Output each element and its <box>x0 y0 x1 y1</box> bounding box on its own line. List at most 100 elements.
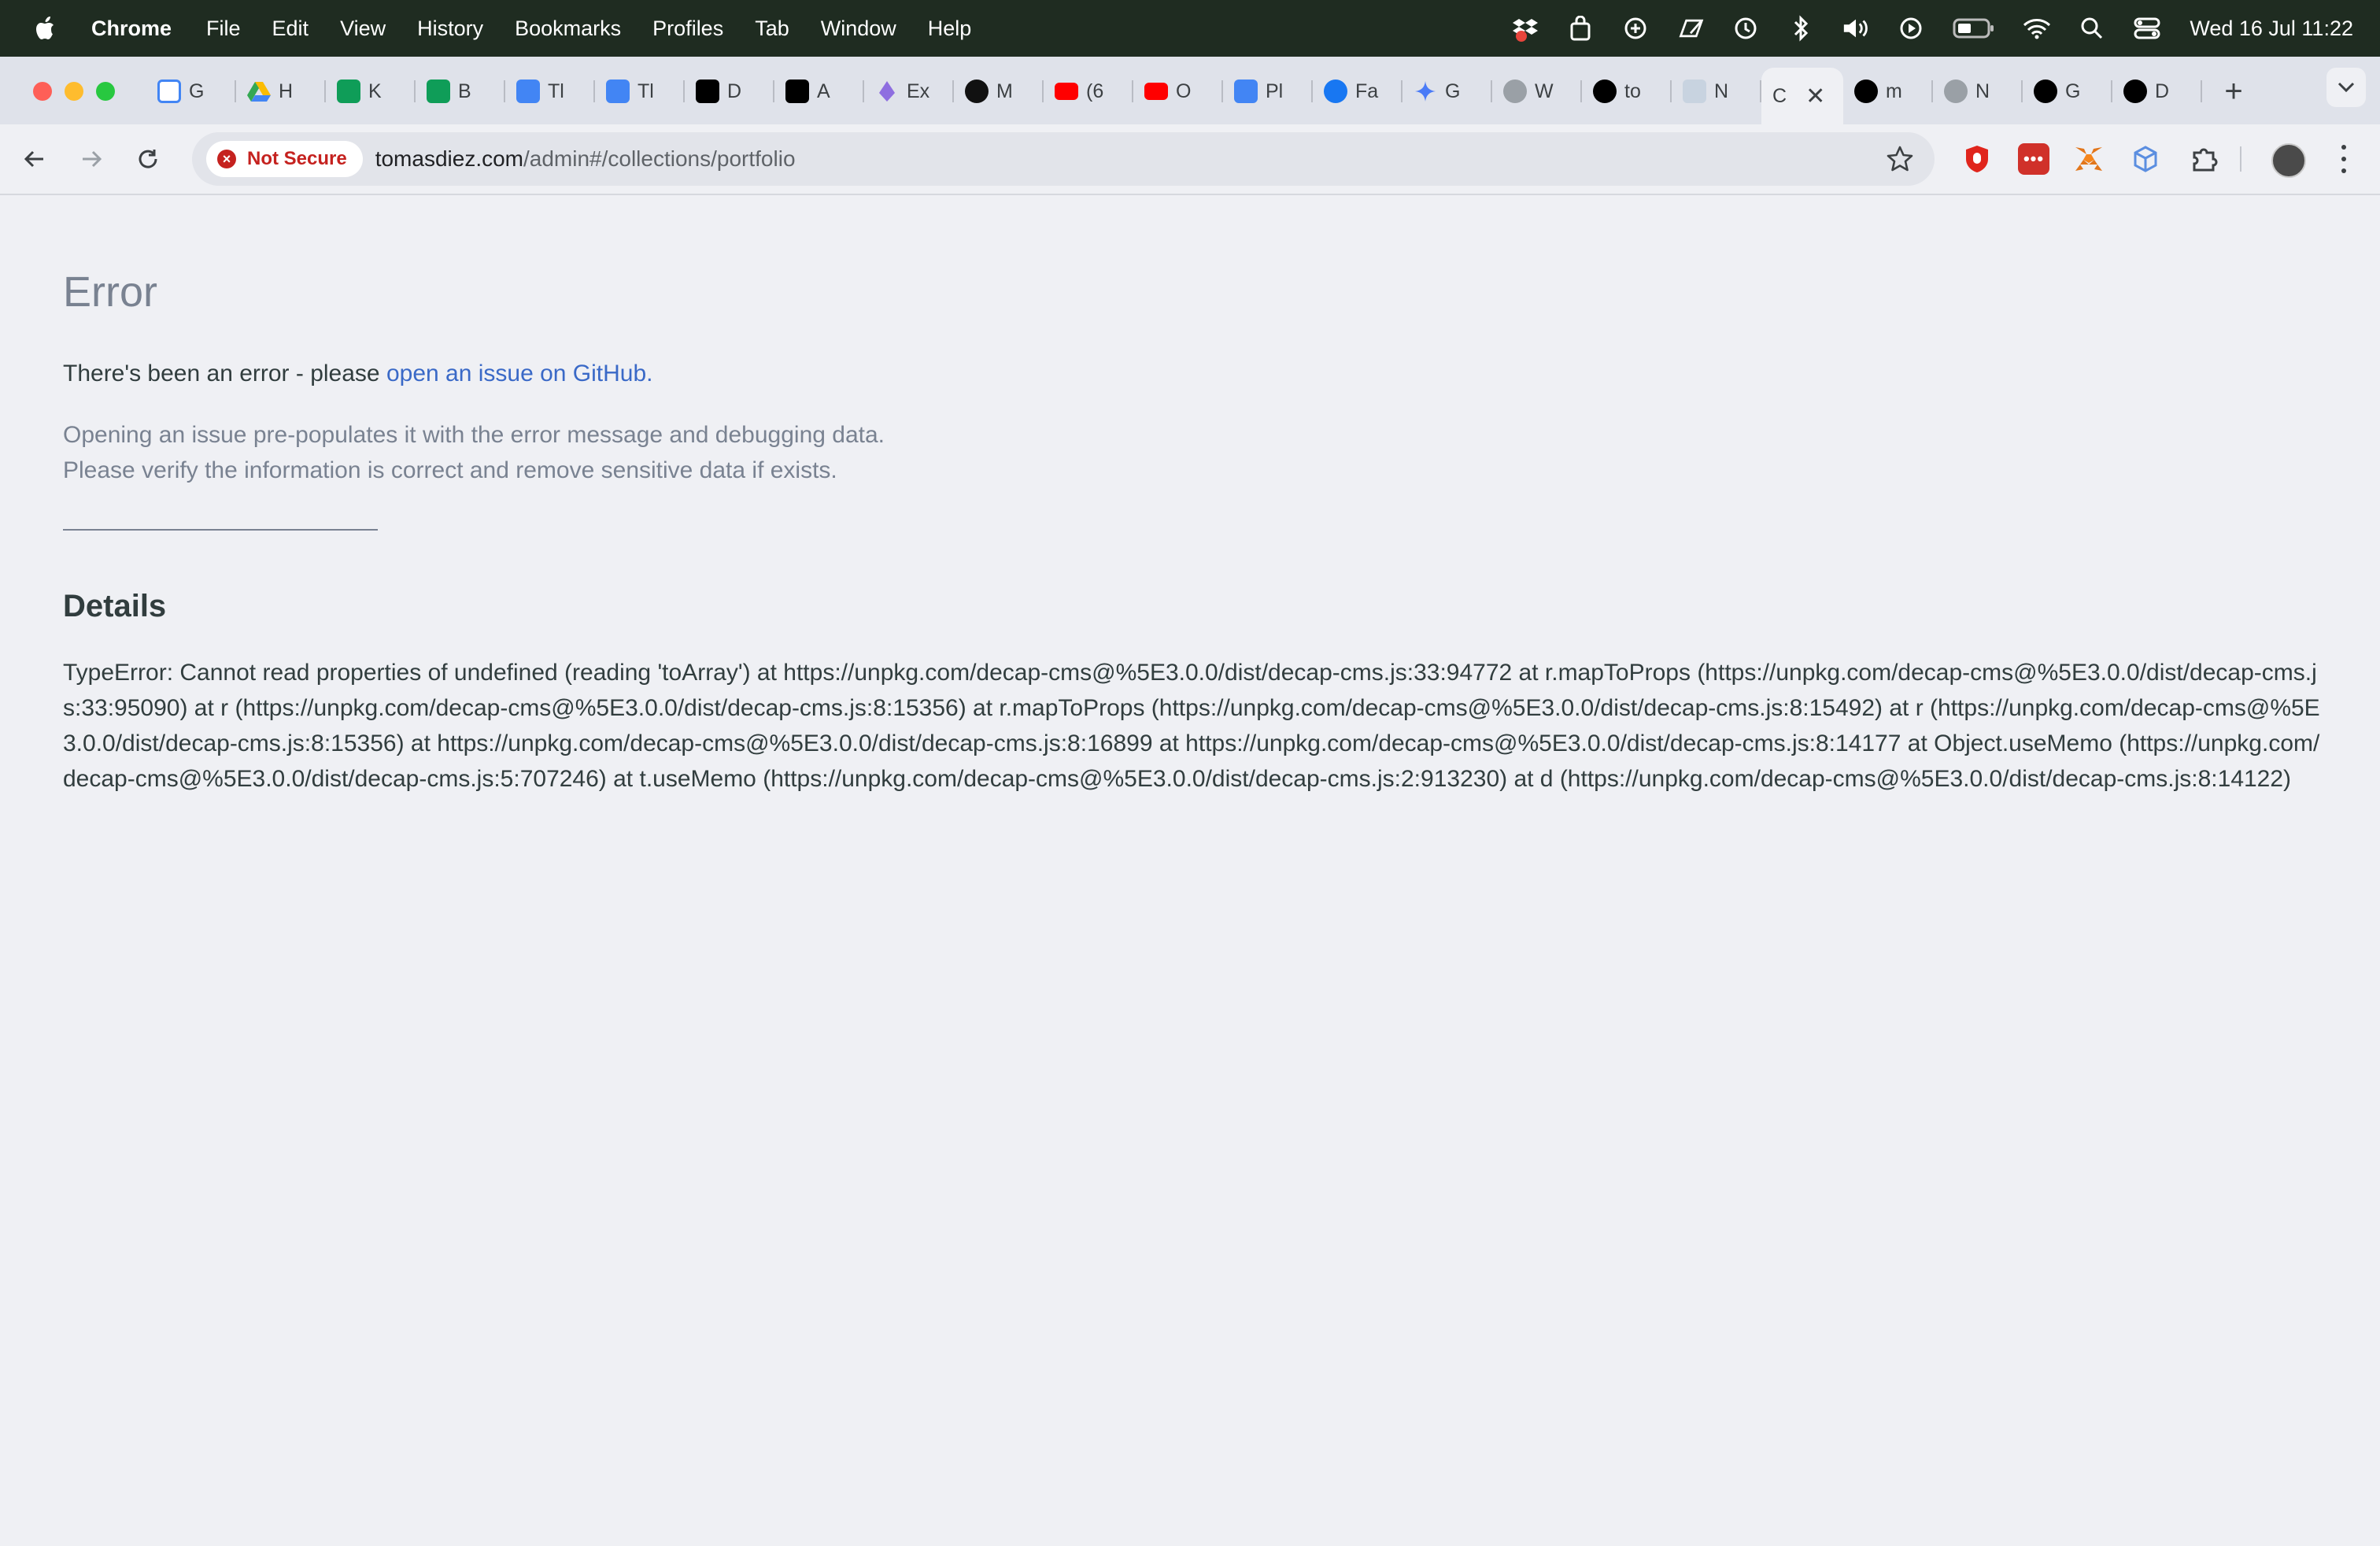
menu-help[interactable]: Help <box>928 17 972 41</box>
tab-netlify[interactable]: N <box>1672 68 1761 115</box>
security-label: Not Secure <box>247 148 347 169</box>
menu-edit[interactable]: Edit <box>272 17 309 41</box>
section-divider <box>63 529 378 531</box>
tab-medium-2[interactable]: A <box>774 68 864 115</box>
back-button[interactable] <box>16 140 54 178</box>
tab-vercel-m[interactable]: m <box>1843 68 1933 115</box>
tab-facebook[interactable]: Fa <box>1313 68 1402 115</box>
tab-label: Pl <box>1266 80 1284 102</box>
tab-strip: G H K B Tl Tl D A Ex M (6 O Pl Fa G W to… <box>0 57 2380 124</box>
tab-crystal[interactable]: Ex <box>864 68 954 115</box>
crystal-icon <box>875 80 899 103</box>
address-bar[interactable]: × Not Secure tomasdiez.com/admin#/collec… <box>192 132 1935 186</box>
menu-tab[interactable]: Tab <box>755 17 789 41</box>
more-menu-icon[interactable] <box>2334 142 2353 176</box>
reload-icon <box>139 150 157 168</box>
close-window-button[interactable] <box>33 82 52 101</box>
bag-icon[interactable] <box>1566 14 1595 43</box>
menu-view[interactable]: View <box>340 17 386 41</box>
tab-search-button[interactable] <box>2326 68 2366 107</box>
tab-globe-n[interactable]: N <box>1933 68 2023 115</box>
tab-threads[interactable]: M <box>954 68 1044 115</box>
tab-gemini[interactable]: G <box>1402 68 1492 115</box>
netlify-icon <box>1683 80 1706 103</box>
tab-github-d[interactable]: D <box>2112 68 2202 115</box>
stage-manager-icon[interactable] <box>1621 14 1650 43</box>
dropbox-icon[interactable] <box>1511 14 1539 43</box>
tab-globe-w[interactable]: W <box>1492 68 1582 115</box>
apple-icon[interactable] <box>30 13 61 44</box>
tab-github-g[interactable]: G <box>2023 68 2112 115</box>
stack-trace: TypeError: Cannot read properties of und… <box>63 660 2320 792</box>
medium-icon <box>696 80 719 103</box>
wifi-icon[interactable] <box>2023 14 2051 43</box>
tab-docs-1[interactable]: Tl <box>505 68 595 115</box>
menu-window[interactable]: Window <box>821 17 896 41</box>
lastpass-extension-icon[interactable]: ••• <box>2018 143 2049 175</box>
tab-label: N <box>1975 80 1990 102</box>
url-text[interactable]: tomasdiez.com/admin#/collections/portfol… <box>375 146 796 172</box>
cube-extension-icon[interactable] <box>2130 143 2161 175</box>
edit-icon[interactable] <box>1676 14 1705 43</box>
close-tab-icon[interactable]: ✕ <box>1805 83 1825 110</box>
tab-label: H <box>279 80 294 102</box>
warning-x-icon: × <box>217 150 236 168</box>
macos-menu-bar: Chrome File Edit View History Bookmarks … <box>0 0 2380 57</box>
bookmark-star-icon[interactable] <box>1886 145 1914 173</box>
reload-button[interactable] <box>129 140 167 178</box>
drive-icon <box>247 80 271 103</box>
tab-label: N <box>1714 80 1729 102</box>
menu-app-chrome[interactable]: Chrome <box>91 17 172 41</box>
spotlight-icon[interactable] <box>2078 14 2106 43</box>
minimize-window-button[interactable] <box>65 82 83 101</box>
tab-google-calendar[interactable]: G <box>146 68 236 115</box>
profile-avatar[interactable] <box>2271 143 2306 178</box>
tab-vercel-to[interactable]: to <box>1582 68 1672 115</box>
tab-medium-1[interactable]: D <box>685 68 774 115</box>
tab-label: G <box>2065 80 2081 102</box>
tab-label: (6 <box>1086 80 1104 102</box>
menu-history[interactable]: History <box>417 17 483 41</box>
tab-google-drive[interactable]: H <box>236 68 326 115</box>
ublock-extension-icon[interactable] <box>1961 143 1993 175</box>
menubar-clock[interactable]: Wed 16 Jul 11:22 <box>2190 17 2353 41</box>
tab-docs-3[interactable]: Pl <box>1223 68 1313 115</box>
menu-bookmarks[interactable]: Bookmarks <box>515 17 621 41</box>
calendar-icon <box>157 80 181 103</box>
new-tab-button[interactable]: + <box>2218 76 2249 107</box>
battery-icon[interactable] <box>1952 14 1996 43</box>
menu-file[interactable]: File <box>206 17 241 41</box>
control-center-icon[interactable] <box>2133 14 2161 43</box>
tab-sheets-k[interactable]: K <box>326 68 416 115</box>
tab-label: m <box>1886 80 1902 102</box>
forward-button[interactable] <box>72 140 110 178</box>
tab-active[interactable]: C ✕ <box>1761 68 1843 124</box>
error-note-line: Opening an issue pre-populates it with t… <box>63 422 885 448</box>
extensions-puzzle-icon[interactable] <box>2188 143 2219 175</box>
metamask-extension-icon[interactable] <box>2073 143 2105 175</box>
tab-label: M <box>996 80 1013 102</box>
tab-label: A <box>817 80 830 102</box>
play-icon[interactable] <box>1897 14 1925 43</box>
open-github-issue-link[interactable]: open an issue on GitHub. <box>386 361 653 386</box>
menu-profiles[interactable]: Profiles <box>652 17 723 41</box>
tab-youtube-1[interactable]: (6 <box>1044 68 1133 115</box>
tab-label: C <box>1772 84 1787 107</box>
tab-docs-2[interactable]: Tl <box>595 68 685 115</box>
tab-list: G H K B Tl Tl D A Ex M (6 O Pl Fa G W to… <box>146 68 2249 124</box>
sheets-icon <box>427 80 450 103</box>
tab-label: G <box>1445 80 1461 102</box>
tab-sheets-b[interactable]: B <box>416 68 505 115</box>
tab-label: K <box>368 80 382 102</box>
security-indicator[interactable]: × Not Secure <box>206 141 363 177</box>
youtube-icon <box>1144 83 1168 100</box>
time-machine-icon[interactable] <box>1731 14 1760 43</box>
zoom-window-button[interactable] <box>96 82 115 101</box>
volume-icon[interactable] <box>1842 14 1870 43</box>
bluetooth-icon[interactable] <box>1787 14 1815 43</box>
tab-youtube-2[interactable]: O <box>1133 68 1223 115</box>
facebook-icon <box>1324 80 1347 103</box>
arrow-left-icon <box>24 150 43 168</box>
error-intro-text: There's been an error - please <box>63 361 386 386</box>
tab-label: D <box>2155 80 2170 102</box>
